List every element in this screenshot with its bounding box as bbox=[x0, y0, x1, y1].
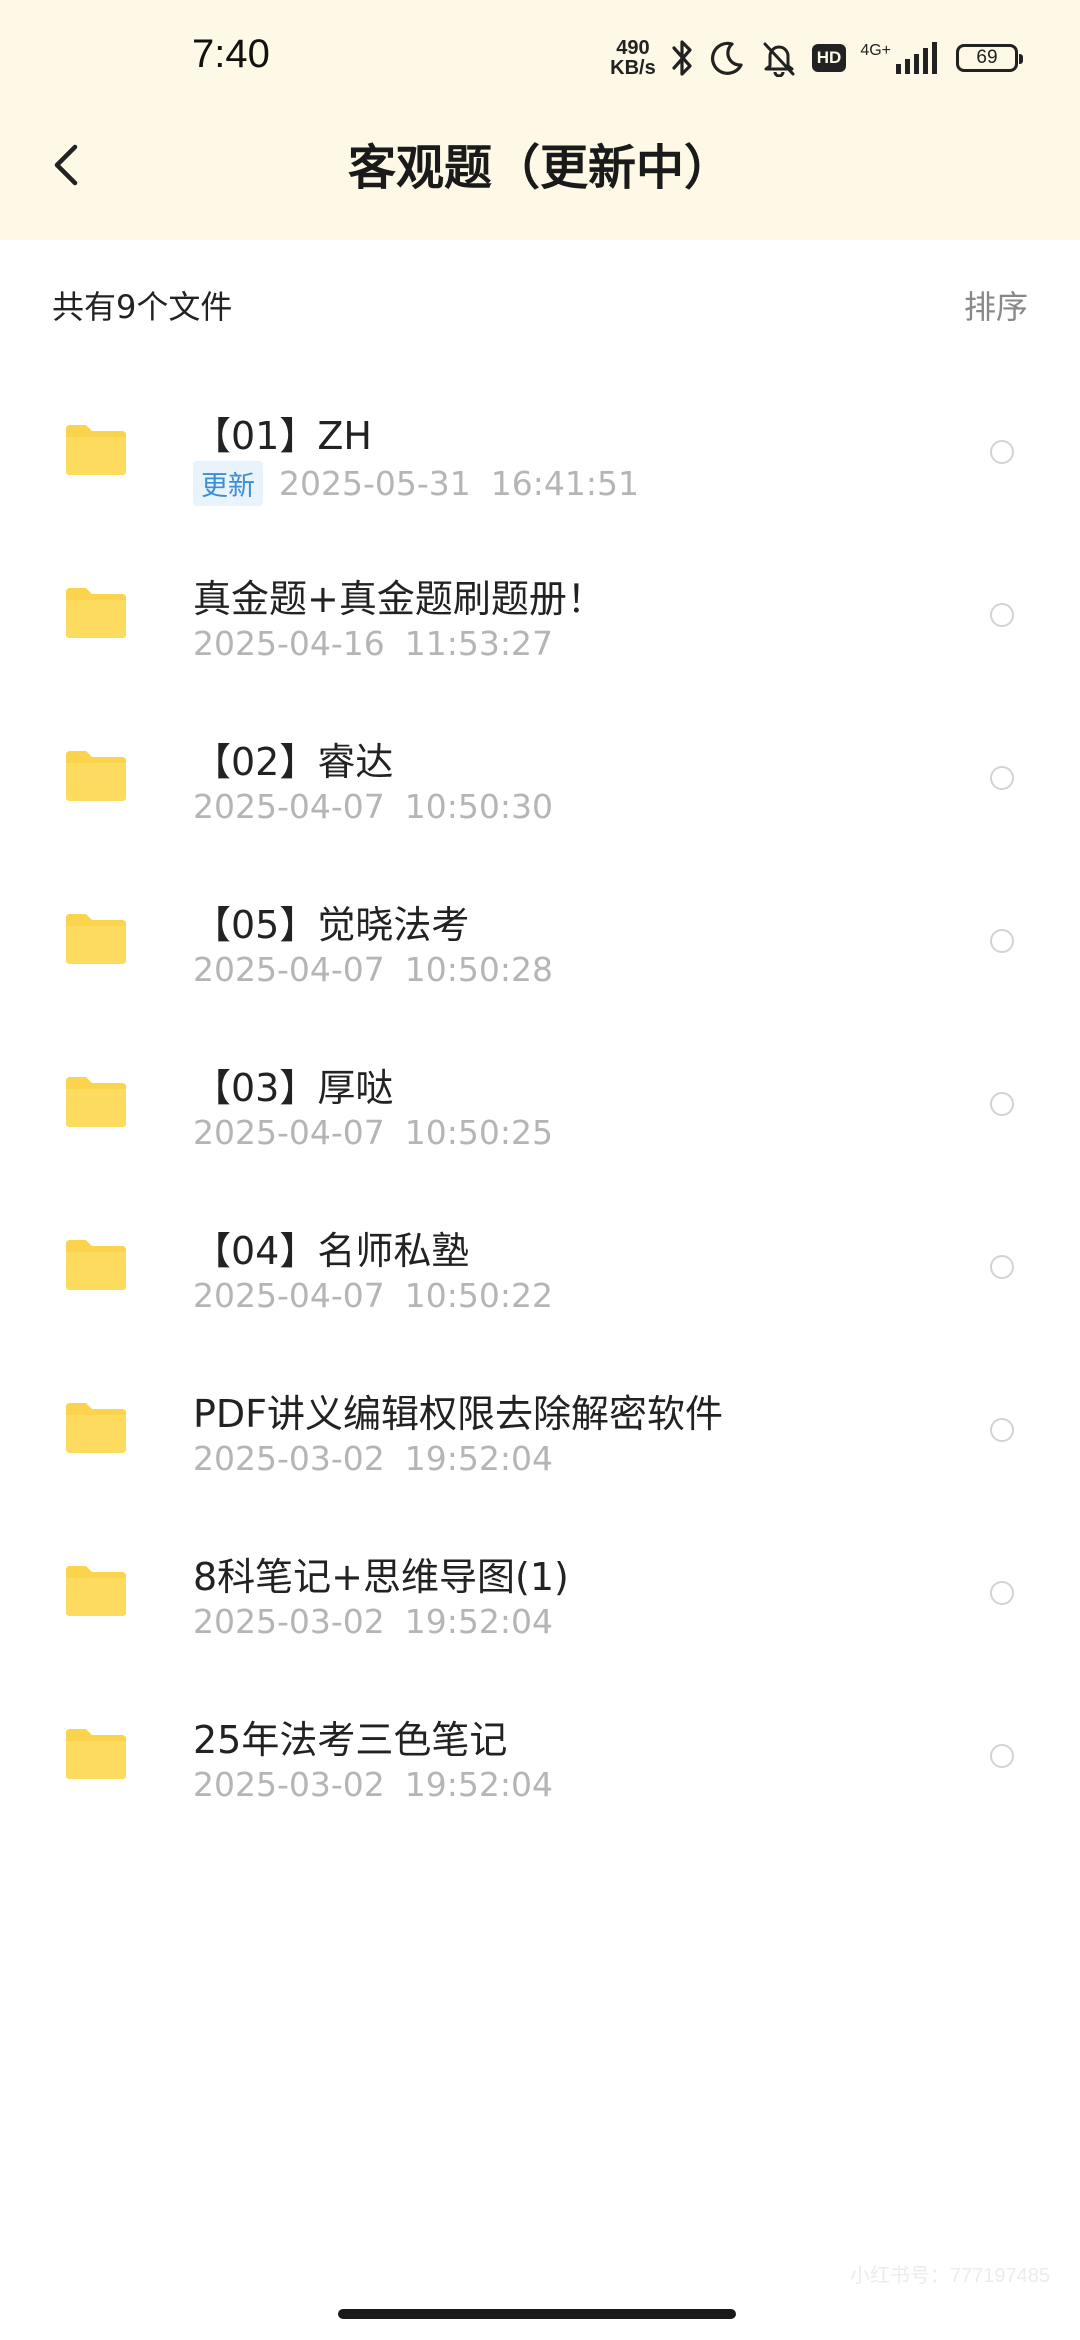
file-time: 19:52:04 bbox=[404, 1439, 553, 1478]
network-speed-value: 490 bbox=[616, 37, 650, 59]
screen: 7:40 490 KB/s HD 4G+ 69 客观题（更新中） 共有9个文件 … bbox=[0, 0, 1080, 2340]
file-item[interactable]: 25年法考三色笔记 2025-03-02 19:52:04 bbox=[0, 1674, 1080, 1837]
file-meta: 2025-04-07 10:50:25 bbox=[193, 1113, 553, 1152]
file-meta: 2025-03-02 19:52:04 bbox=[193, 1439, 553, 1478]
folder-icon bbox=[66, 1729, 126, 1779]
signal-icon: 4G+ bbox=[860, 42, 942, 74]
select-radio[interactable] bbox=[990, 766, 1014, 790]
file-time: 19:52:04 bbox=[404, 1602, 553, 1641]
folder-icon bbox=[66, 1077, 126, 1127]
folder-icon bbox=[66, 914, 126, 964]
file-name: 真金题+真金题刷题册！ bbox=[193, 577, 605, 621]
status-time: 7:40 bbox=[192, 32, 270, 76]
file-time: 19:52:04 bbox=[404, 1765, 553, 1804]
file-date: 2025-03-02 bbox=[193, 1765, 385, 1804]
file-name: PDF讲义编辑权限去除解密软件 bbox=[193, 1392, 724, 1436]
select-radio[interactable] bbox=[990, 1092, 1014, 1116]
file-item[interactable]: 【04】名师私塾 2025-04-07 10:50:22 bbox=[0, 1185, 1080, 1348]
file-item[interactable]: 8科笔记+思维导图(1) 2025-03-02 19:52:04 bbox=[0, 1511, 1080, 1674]
moon-icon bbox=[708, 39, 746, 77]
file-time: 10:50:28 bbox=[404, 950, 553, 989]
folder-icon bbox=[66, 425, 126, 475]
folder-icon bbox=[66, 588, 126, 638]
file-date: 2025-04-07 bbox=[193, 1276, 385, 1315]
file-meta: 2025-04-07 10:50:22 bbox=[193, 1276, 553, 1315]
file-item[interactable]: 【01】ZH 更新 2025-05-31 16:41:51 bbox=[0, 370, 1080, 533]
file-name: 【03】厚哒 bbox=[193, 1066, 394, 1110]
watermark: 小红书号：777197485 bbox=[849, 2265, 1050, 2287]
select-radio[interactable] bbox=[990, 1418, 1014, 1442]
file-summary-row: 共有9个文件 排序 bbox=[52, 282, 1028, 328]
select-radio[interactable] bbox=[990, 440, 1014, 464]
file-date: 2025-03-02 bbox=[193, 1602, 385, 1641]
file-meta: 2025-03-02 19:52:04 bbox=[193, 1602, 553, 1641]
network-speed: 490 KB/s bbox=[610, 38, 656, 78]
file-time: 10:50:30 bbox=[404, 787, 553, 826]
file-meta: 更新 2025-05-31 16:41:51 bbox=[193, 461, 639, 506]
top-bar: 7:40 490 KB/s HD 4G+ 69 客观题（更新中） bbox=[0, 0, 1080, 240]
page-title: 客观题（更新中） bbox=[347, 140, 732, 196]
select-radio[interactable] bbox=[990, 1255, 1014, 1279]
file-date: 2025-04-07 bbox=[193, 950, 385, 989]
select-radio[interactable] bbox=[990, 1581, 1014, 1605]
file-meta: 2025-04-07 10:50:28 bbox=[193, 950, 553, 989]
file-meta: 2025-04-07 10:50:30 bbox=[193, 787, 553, 826]
file-time: 11:53:27 bbox=[404, 624, 553, 663]
file-list: 【01】ZH 更新 2025-05-31 16:41:51 真金题+真金题刷题册… bbox=[0, 370, 1080, 1837]
file-item[interactable]: 【03】厚哒 2025-04-07 10:50:25 bbox=[0, 1022, 1080, 1185]
file-count-label: 共有9个文件 bbox=[52, 288, 233, 326]
file-name: 8科笔记+思维导图(1) bbox=[193, 1555, 569, 1599]
file-name: 【01】ZH bbox=[193, 414, 372, 458]
file-date: 2025-05-31 bbox=[279, 464, 471, 503]
file-date: 2025-03-02 bbox=[193, 1439, 385, 1478]
battery-icon: 69 bbox=[956, 44, 1023, 72]
select-radio[interactable] bbox=[990, 603, 1014, 627]
file-time: 10:50:25 bbox=[404, 1113, 553, 1152]
folder-icon bbox=[66, 1240, 126, 1290]
network-type-label: 4G+ bbox=[860, 42, 891, 59]
file-item[interactable]: PDF讲义编辑权限去除解密软件 2025-03-02 19:52:04 bbox=[0, 1348, 1080, 1511]
hd-icon: HD bbox=[811, 44, 847, 72]
file-date: 2025-04-16 bbox=[193, 624, 385, 663]
battery-level: 69 bbox=[976, 47, 998, 68]
file-name: 【02】睿达 bbox=[193, 740, 394, 784]
file-name: 【05】觉晓法考 bbox=[193, 903, 470, 947]
folder-icon bbox=[66, 1566, 126, 1616]
file-item[interactable]: 真金题+真金题刷题册！ 2025-04-16 11:53:27 bbox=[0, 533, 1080, 696]
file-date: 2025-04-07 bbox=[193, 1113, 385, 1152]
sort-button[interactable]: 排序 bbox=[964, 282, 1028, 328]
folder-icon bbox=[66, 1403, 126, 1453]
file-name: 【04】名师私塾 bbox=[193, 1229, 470, 1273]
file-item[interactable]: 【02】睿达 2025-04-07 10:50:30 bbox=[0, 696, 1080, 859]
update-badge: 更新 bbox=[193, 461, 263, 506]
file-item[interactable]: 【05】觉晓法考 2025-04-07 10:50:28 bbox=[0, 859, 1080, 1022]
file-meta: 2025-03-02 19:52:04 bbox=[193, 1765, 553, 1804]
folder-icon bbox=[66, 751, 126, 801]
file-meta: 2025-04-16 11:53:27 bbox=[193, 624, 553, 663]
file-name: 25年法考三色笔记 bbox=[193, 1718, 508, 1762]
file-date: 2025-04-07 bbox=[193, 787, 385, 826]
bluetooth-icon bbox=[670, 38, 694, 78]
bell-off-icon bbox=[760, 39, 798, 77]
select-radio[interactable] bbox=[990, 929, 1014, 953]
status-icons: 490 KB/s HD 4G+ 69 bbox=[610, 34, 1023, 82]
file-time: 10:50:22 bbox=[404, 1276, 553, 1315]
select-radio[interactable] bbox=[990, 1744, 1014, 1768]
file-time: 16:41:51 bbox=[490, 464, 639, 503]
network-speed-unit: KB/s bbox=[610, 57, 656, 79]
home-indicator[interactable] bbox=[338, 2309, 736, 2319]
